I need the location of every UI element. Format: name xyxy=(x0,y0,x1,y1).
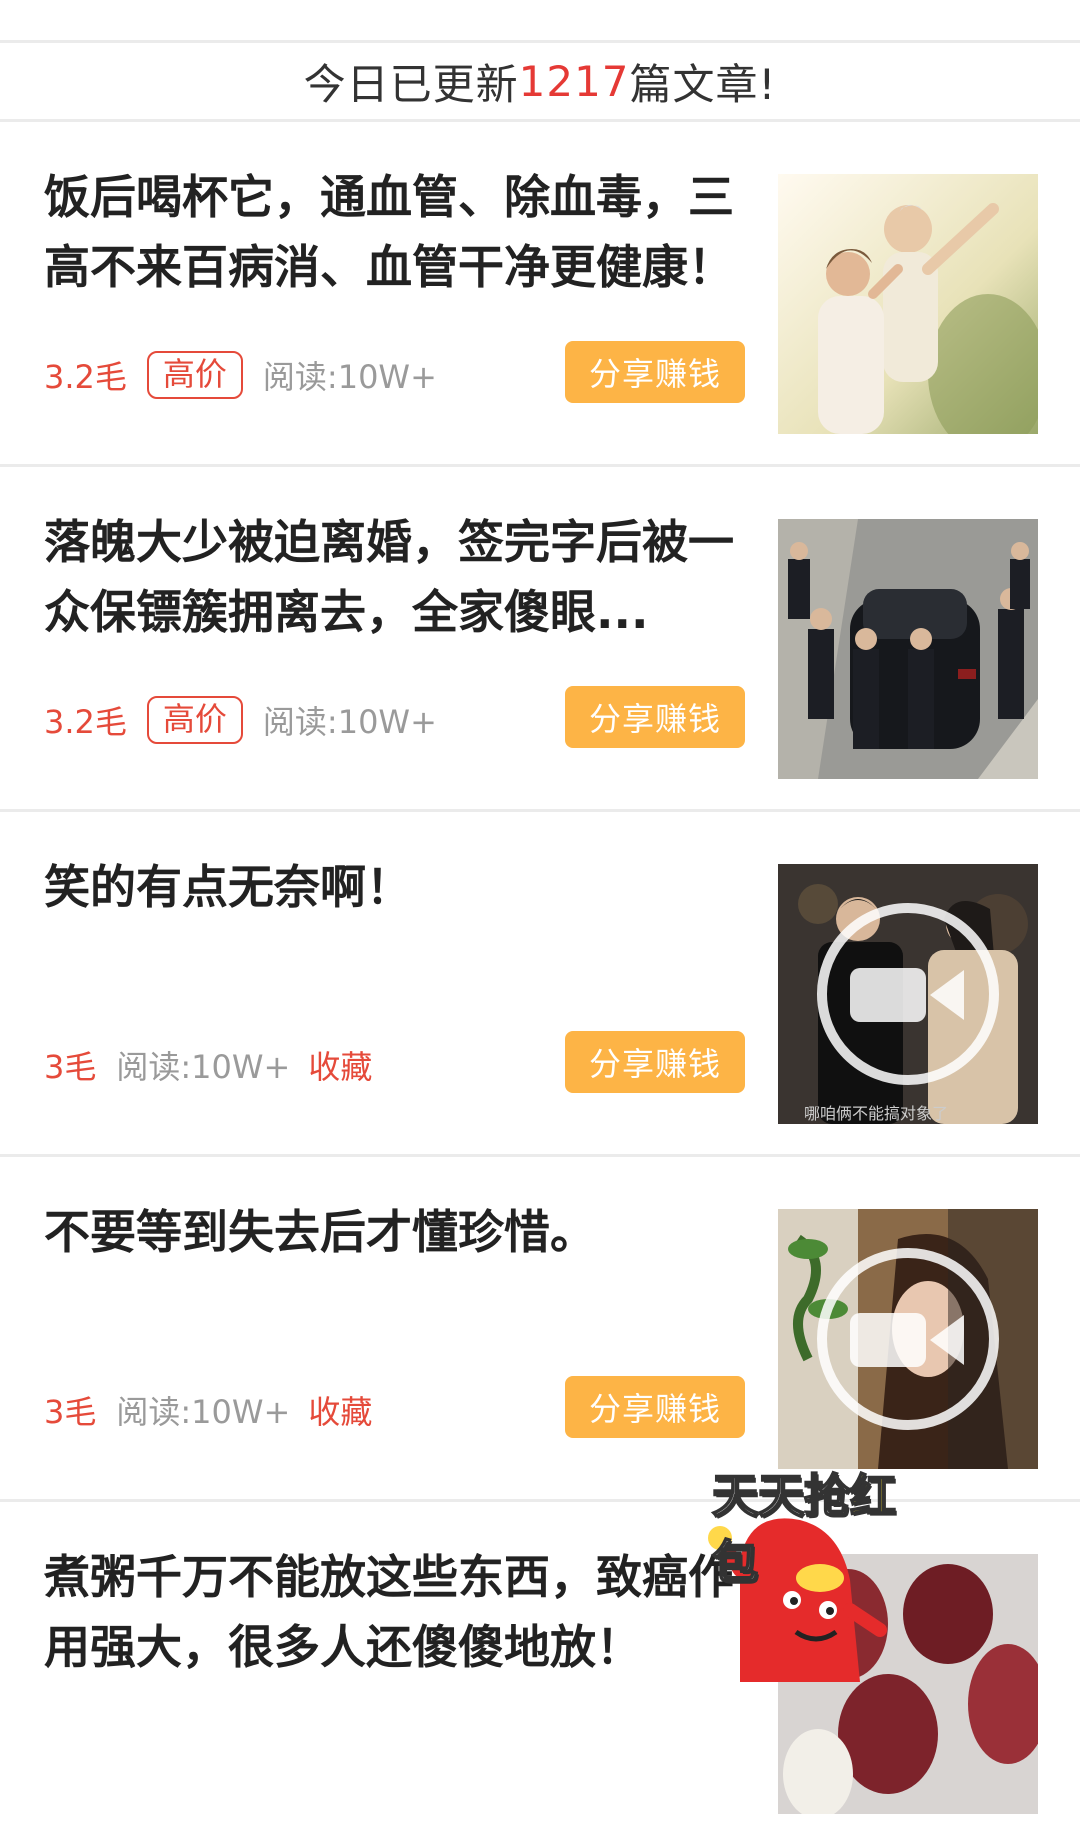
article-title[interactable]: 煮粥千万不能放这些东西，致癌作用强大，很多人还傻傻地放！ xyxy=(44,1542,764,1682)
video-thumbnail[interactable]: 哪咱俩不能搞对象了 xyxy=(778,864,1038,1124)
share-earn-button[interactable]: 分享赚钱 xyxy=(565,341,745,403)
article-item[interactable]: 落魄大少被迫离婚，签完字后被一众保镖簇拥离去，全家傻眼... 3.2毛 高价 阅… xyxy=(0,467,1080,812)
price-label: 3.2毛 xyxy=(44,703,127,741)
read-count: 阅读:10W+ xyxy=(116,1048,291,1086)
article-item[interactable]: 饭后喝杯它，通血管、除血毒，三高不来百病消、血管干净更健康！ 3.2毛 高价 阅… xyxy=(0,122,1080,467)
article-item[interactable]: 笑的有点无奈啊！ 3毛 阅读:10W+ 收藏 分享赚钱 哪咱俩不能搞对象了 xyxy=(0,812,1080,1157)
share-earn-button[interactable]: 分享赚钱 xyxy=(565,1031,745,1093)
video-thumbnail[interactable] xyxy=(778,1209,1038,1469)
share-earn-button[interactable]: 分享赚钱 xyxy=(565,1376,745,1438)
top-bar xyxy=(0,0,1080,43)
article-meta: 3.2毛 高价 阅读:10W+ xyxy=(44,695,455,745)
article-meta: 3毛 阅读:10W+ 收藏 xyxy=(44,1040,372,1090)
price-label: 3.2毛 xyxy=(44,358,127,396)
read-count: 阅读:10W+ xyxy=(262,703,437,741)
favorite-link[interactable]: 收藏 xyxy=(308,1042,372,1088)
price-label: 3毛 xyxy=(44,1048,97,1086)
article-title[interactable]: 饭后喝杯它，通血管、除血毒，三高不来百病消、血管干净更健康！ xyxy=(44,162,764,302)
read-count: 阅读:10W+ xyxy=(116,1393,291,1431)
red-envelope-label[interactable]: 天天抢红包 xyxy=(711,1460,940,1592)
play-icon[interactable] xyxy=(778,1209,1038,1469)
read-count: 阅读:10W+ xyxy=(262,358,437,396)
banner-prefix: 今日已更新 xyxy=(303,59,519,109)
red-envelope-float-ad[interactable]: 天天抢红包 xyxy=(700,1460,940,1682)
article-meta: 3毛 阅读:10W+ 收藏 xyxy=(44,1385,372,1435)
play-icon[interactable] xyxy=(778,864,1038,1124)
high-price-badge: 高价 xyxy=(146,696,243,744)
share-earn-button[interactable]: 分享赚钱 xyxy=(565,686,745,748)
article-thumbnail[interactable] xyxy=(778,174,1038,434)
article-meta: 3.2毛 高价 阅读:10W+ xyxy=(44,350,455,400)
update-banner: 今日已更新 1217 篇文章! xyxy=(0,43,1080,122)
article-item[interactable]: 不要等到失去后才懂珍惜。 3毛 阅读:10W+ 收藏 分享赚钱 xyxy=(0,1157,1080,1502)
article-title[interactable]: 笑的有点无奈啊！ xyxy=(44,852,764,922)
favorite-link[interactable]: 收藏 xyxy=(308,1387,372,1433)
high-price-badge: 高价 xyxy=(146,351,243,399)
article-thumbnail[interactable] xyxy=(778,519,1038,779)
banner-count: 1217 xyxy=(518,56,630,106)
video-caption: 哪咱俩不能搞对象了 xyxy=(804,1104,949,1123)
banner-suffix: 篇文章! xyxy=(629,59,777,109)
article-title[interactable]: 不要等到失去后才懂珍惜。 xyxy=(44,1197,764,1267)
article-title[interactable]: 落魄大少被迫离婚，签完字后被一众保镖簇拥离去，全家傻眼... xyxy=(44,507,764,647)
price-label: 3毛 xyxy=(44,1393,97,1431)
